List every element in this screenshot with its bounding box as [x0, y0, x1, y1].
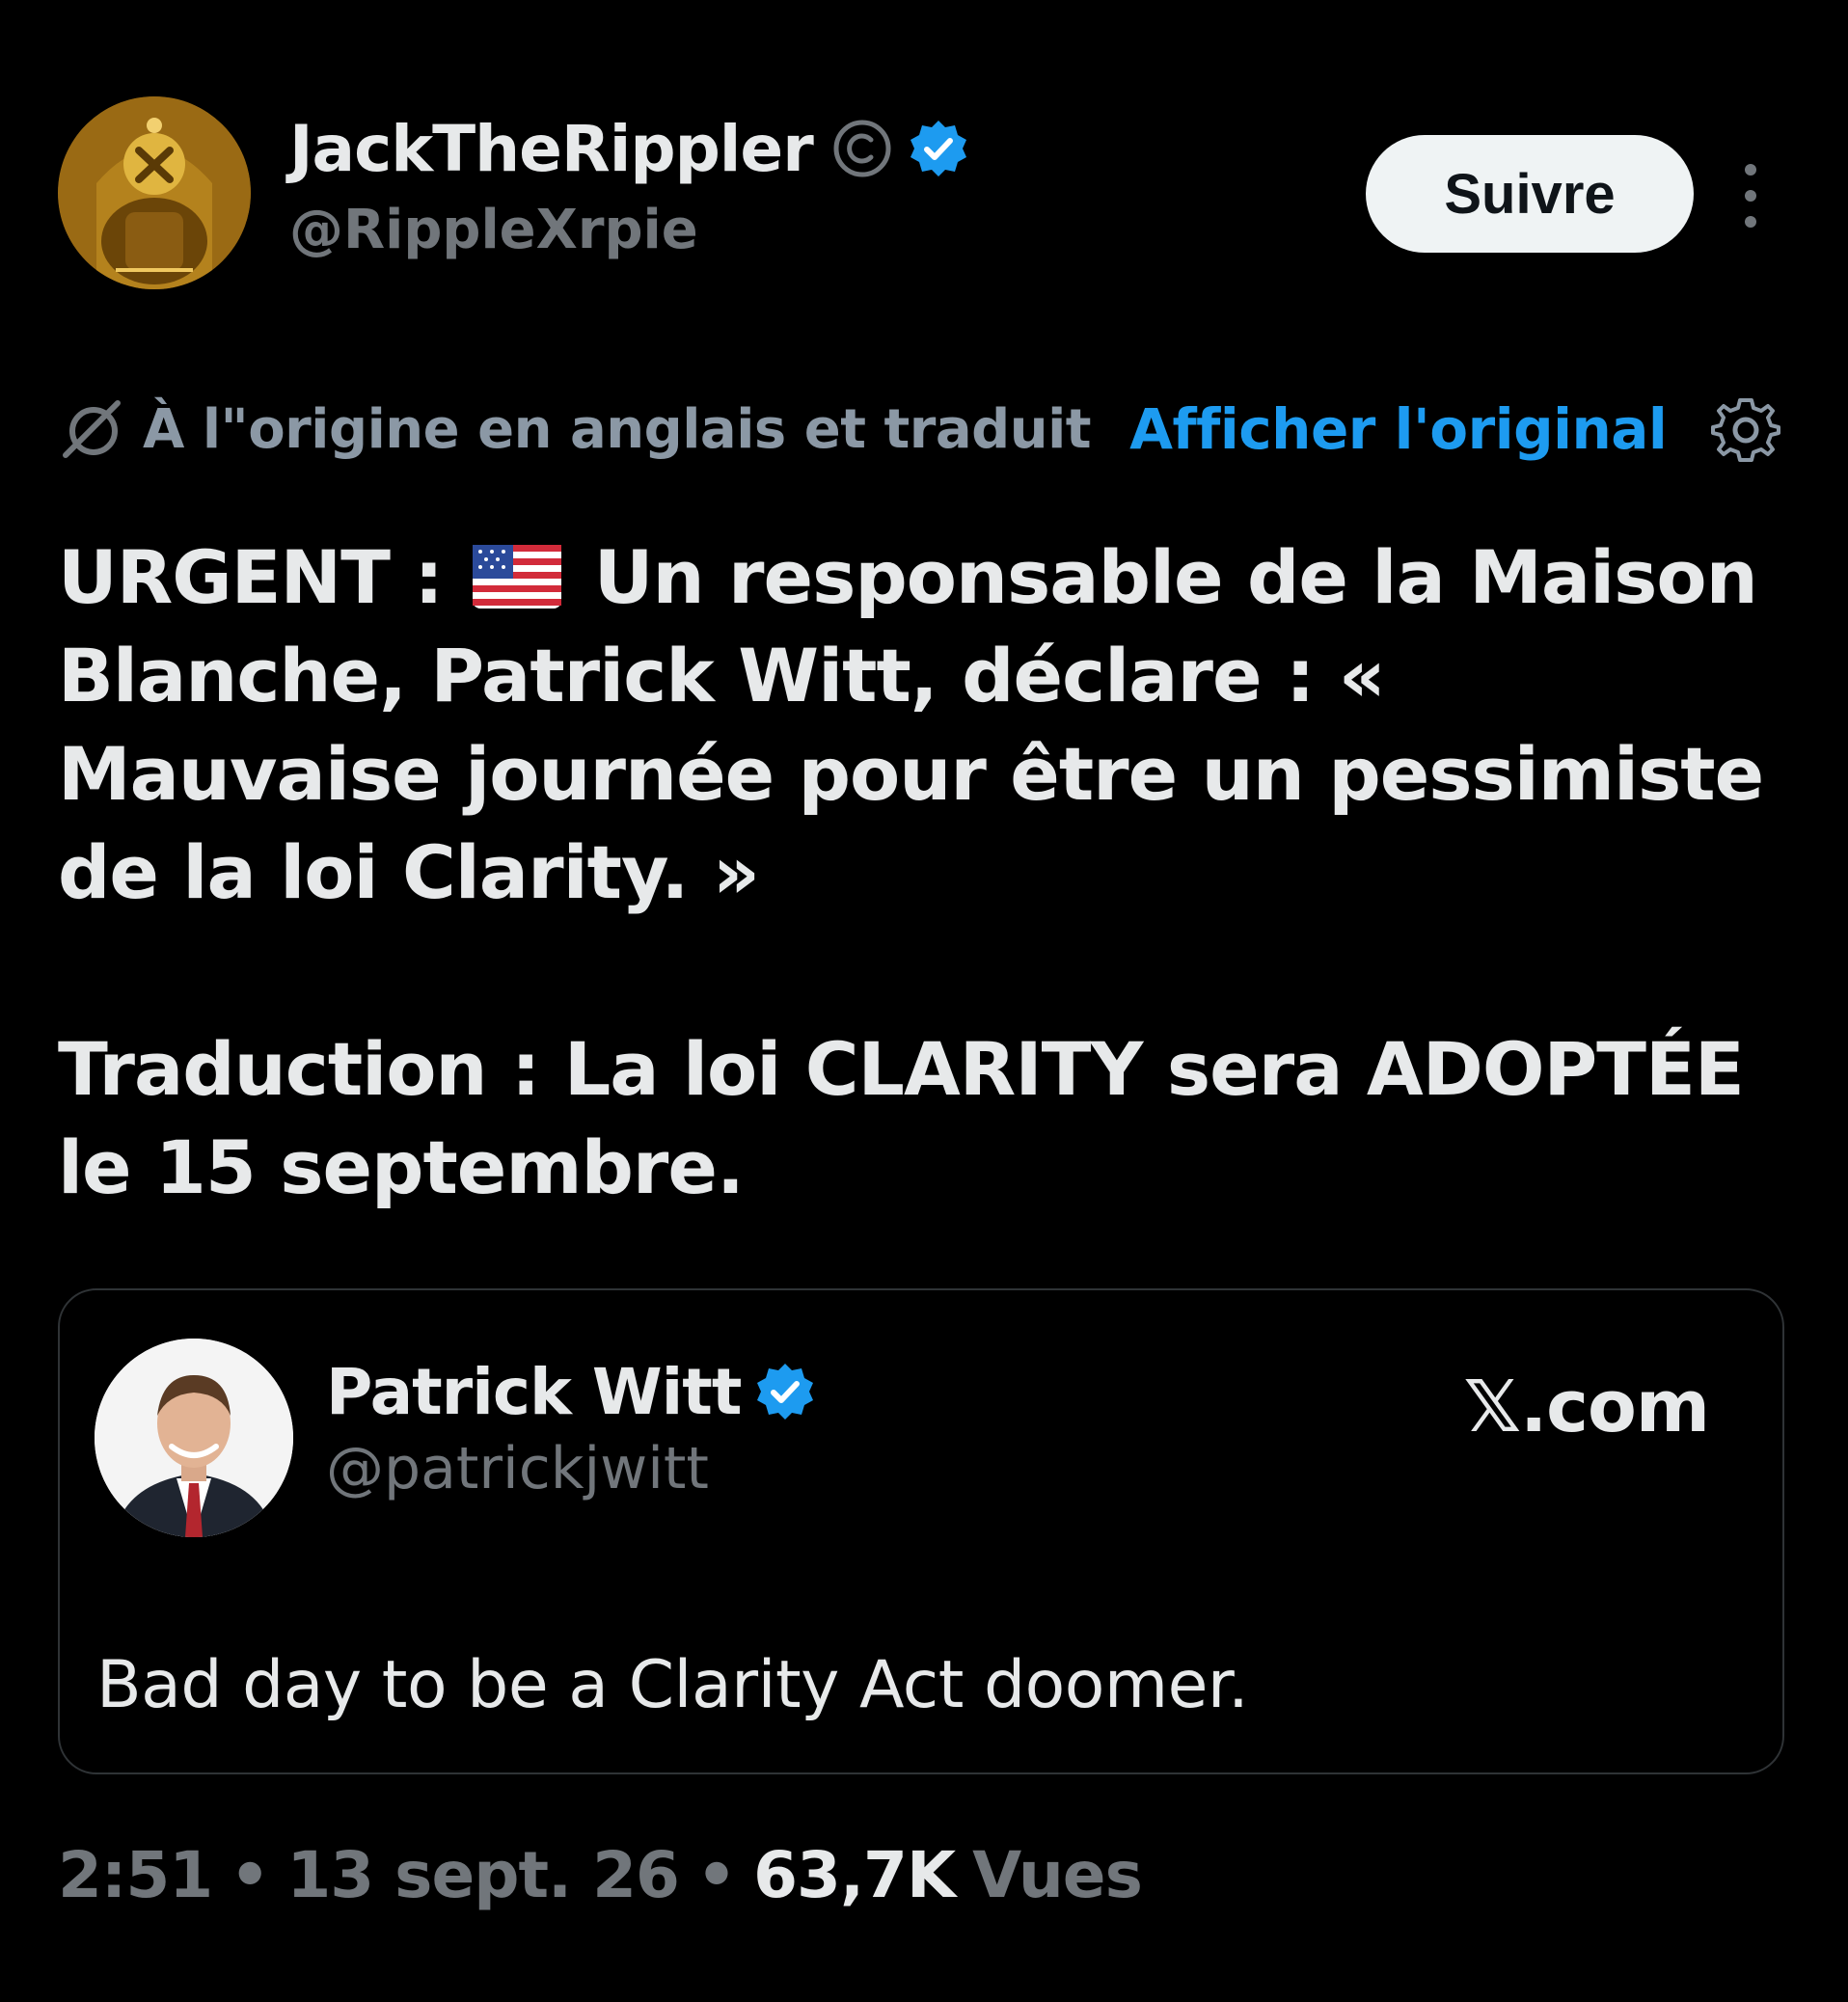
verified-badge-icon — [754, 1361, 816, 1422]
translation-notice: À l"origine en anglais et traduit — [143, 397, 1092, 461]
urgent-prefix: URGENT : — [58, 534, 444, 620]
us-flag-icon — [473, 534, 562, 609]
copyright-icon — [832, 119, 892, 178]
meta-separator: • — [230, 1838, 270, 1912]
show-original-link[interactable]: Afficher l'original — [1129, 396, 1668, 462]
author-avatar[interactable] — [58, 96, 251, 289]
tweet-text: URGENT : Un responsable de la Maison Bla… — [58, 528, 1784, 1217]
quoted-author-name-row: Patrick Witt — [326, 1348, 816, 1435]
author-handle[interactable]: @RippleXrpie — [289, 199, 969, 261]
author-display-name[interactable]: JackTheRippler — [289, 112, 814, 186]
portrait-avatar-icon — [95, 1339, 293, 1537]
tweet-date[interactable]: 13 sept. 26 — [286, 1838, 680, 1912]
quoted-author-name[interactable]: Patrick Witt — [326, 1355, 742, 1429]
gold-throne-avatar-icon — [58, 96, 251, 289]
tweet-paragraph-2: Traduction : La loi CLARITY sera ADOPTÉE… — [58, 1026, 1745, 1210]
gear-icon[interactable] — [1711, 394, 1781, 464]
translate-slash-icon — [58, 395, 125, 463]
meta-separator: • — [695, 1838, 737, 1912]
quoted-tweet-card[interactable]: Patrick Witt @patrickjwitt 𝕏.com Bad day… — [58, 1288, 1784, 1774]
follow-button[interactable]: Suivre — [1366, 135, 1694, 253]
translation-row: À l"origine en anglais et traduit Affich… — [58, 386, 1781, 473]
tweet-paragraph-1: URGENT : Un responsable de la Maison Bla… — [58, 528, 1784, 922]
quoted-author-avatar[interactable] — [95, 1339, 293, 1537]
tweet-meta: 2:51 • 13 sept. 26 • 63,7K Vues — [58, 1838, 1143, 1912]
author-info[interactable]: JackTheRippler @RippleXrpie — [289, 104, 969, 261]
x-domain-label[interactable]: 𝕏.com — [1463, 1366, 1710, 1448]
quoted-author-info[interactable]: Patrick Witt @patrickjwitt — [326, 1348, 816, 1502]
tweet-time[interactable]: 2:51 — [58, 1838, 213, 1912]
quoted-author-handle[interactable]: @patrickjwitt — [326, 1435, 816, 1502]
author-name-row: JackTheRippler — [289, 104, 969, 193]
views-label: Vues — [972, 1838, 1143, 1912]
tweet-detail-page: JackTheRippler @RippleXrpie Suivre À l"o… — [0, 0, 1848, 2002]
more-vertical-icon[interactable] — [1736, 162, 1765, 230]
quoted-tweet-text: Bad day to be a Clarity Act doomer. — [96, 1647, 1249, 1723]
views-count[interactable]: 63,7K — [753, 1838, 956, 1912]
verified-badge-icon — [908, 118, 969, 179]
